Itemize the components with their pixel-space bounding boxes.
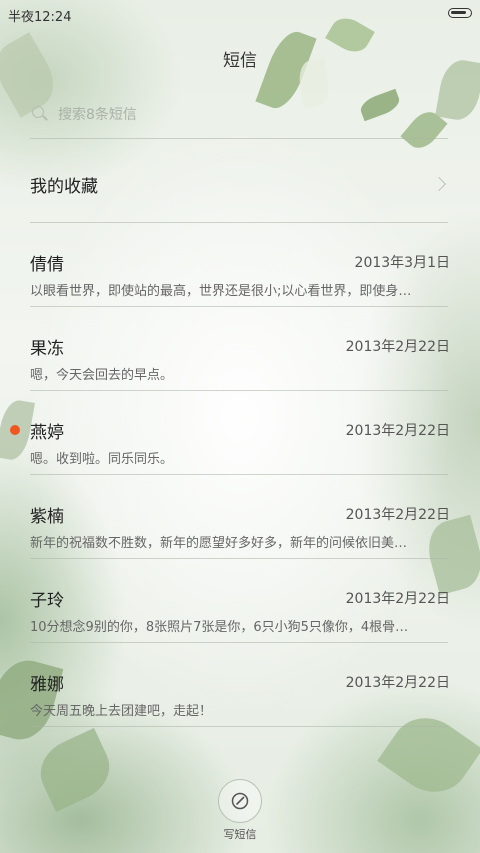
divider <box>30 138 448 139</box>
status-bar: 半夜12:24 <box>0 0 480 28</box>
search-input[interactable]: 搜索8条短信 <box>30 102 450 126</box>
divider <box>30 390 448 391</box>
unread-dot-icon <box>10 425 20 435</box>
chevron-right-icon <box>431 176 447 192</box>
search-icon <box>30 105 48 123</box>
message-preview: 新年的祝福数不胜数，新年的愿望好多好多，新年的问候依旧美… <box>30 536 408 551</box>
contact-name: 燕婷 <box>30 423 64 443</box>
message-item[interactable]: 雅娜 2013年2月22日 今天周五晚上去团建吧，走起！ <box>30 656 450 740</box>
message-item[interactable]: 子玲 2013年2月22日 10分想念9别的你，8张照片7张是你，6只小狗5只像… <box>30 572 450 656</box>
message-date: 2013年2月22日 <box>345 423 450 439</box>
message-date: 2013年2月22日 <box>345 675 450 691</box>
message-preview: 今天周五晚上去团建吧，走起！ <box>30 704 213 719</box>
message-date: 2013年2月22日 <box>345 339 450 355</box>
page-title: 短信 <box>223 51 257 71</box>
contact-name: 倩倩 <box>30 255 64 275</box>
message-item[interactable]: 紫楠 2013年2月22日 新年的祝福数不胜数，新年的愿望好多好多，新年的问候依… <box>30 488 450 572</box>
contact-name: 雅娜 <box>30 675 64 695</box>
search-placeholder: 搜索8条短信 <box>58 107 137 123</box>
message-item[interactable]: 燕婷 2013年2月22日 嗯。收到啦。同乐同乐。 <box>10 404 450 488</box>
message-date: 2013年3月1日 <box>354 255 450 271</box>
battery-icon <box>448 8 472 18</box>
compose-label: 写短信 <box>223 828 257 841</box>
message-preview: 以眼看世界，即使站的最高，世界还是很小;以心看世界，即使身… <box>30 284 412 299</box>
divider <box>30 306 448 307</box>
divider <box>30 222 448 223</box>
message-item[interactable]: 倩倩 2013年3月1日 以眼看世界，即使站的最高，世界还是很小;以心看世界，即… <box>30 236 450 320</box>
favorites-label: 我的收藏 <box>30 176 98 197</box>
message-item[interactable]: 果冻 2013年2月22日 嗯，今天会回去的早点。 <box>30 320 450 404</box>
contact-name: 紫楠 <box>30 507 64 527</box>
contact-name: 子玲 <box>30 591 64 611</box>
divider <box>30 558 448 559</box>
compose-button[interactable] <box>218 779 262 823</box>
message-preview: 嗯。收到啦。同乐同乐。 <box>30 452 174 467</box>
compose-icon <box>231 792 249 810</box>
message-date: 2013年2月22日 <box>345 591 450 607</box>
divider <box>30 474 448 475</box>
status-time: 半夜12:24 <box>8 10 72 25</box>
message-preview: 10分想念9别的你，8张照片7张是你，6只小狗5只像你，4根骨… <box>30 620 409 635</box>
contact-name: 果冻 <box>30 339 64 359</box>
message-date: 2013年2月22日 <box>345 507 450 523</box>
message-preview: 嗯，今天会回去的早点。 <box>30 368 174 383</box>
divider <box>30 726 448 727</box>
divider <box>30 642 448 643</box>
favorites-item[interactable]: 我的收藏 <box>30 160 450 208</box>
